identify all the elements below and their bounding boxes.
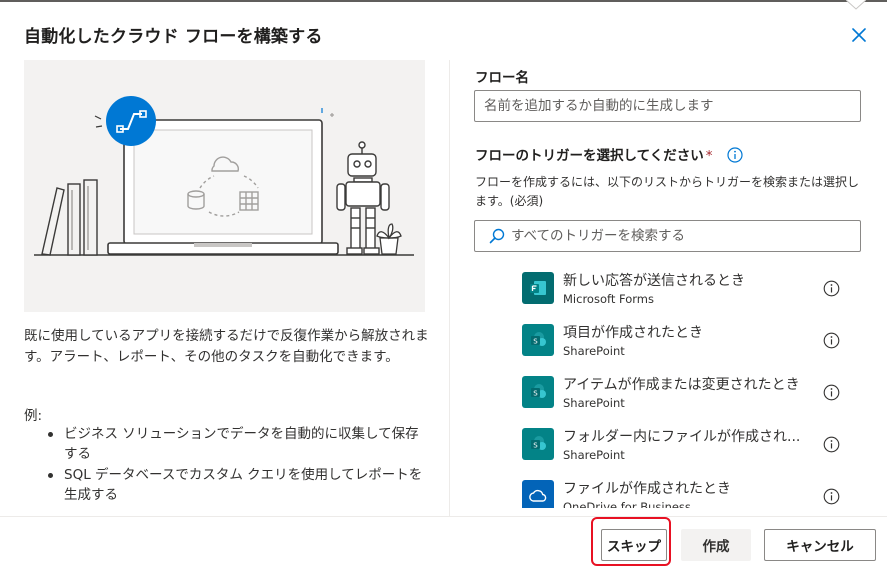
flow-name-input[interactable] <box>474 90 861 122</box>
description-text: 既に使用しているアプリを接続するだけで反復作業から解放されます。アラート、レポー… <box>24 328 429 365</box>
trigger-item[interactable]: S フォルダー内にファイルが作成され... SharePoint <box>510 418 855 468</box>
svg-text:S: S <box>533 441 538 449</box>
books-icon <box>41 179 98 256</box>
trigger-search-input[interactable] <box>505 221 860 251</box>
sharepoint-icon: S <box>522 376 554 408</box>
svg-text:S: S <box>533 389 538 397</box>
sharepoint-icon: S <box>522 324 554 356</box>
top-border <box>0 0 887 2</box>
trigger-title: 項目が作成されたとき <box>563 325 703 341</box>
trigger-service: SharePoint <box>563 396 625 410</box>
info-icon <box>727 147 743 163</box>
trigger-item[interactable]: S 項目が作成されたとき SharePoint <box>510 314 855 364</box>
info-icon[interactable] <box>823 488 840 505</box>
trigger-label: フローのトリガーを選択してください <box>475 148 704 164</box>
trigger-label-row: フローのトリガーを選択してください * <box>475 144 743 164</box>
trigger-item[interactable]: 新しい応答が送信されるとき Microsoft Forms <box>510 262 855 312</box>
info-icon[interactable] <box>823 436 840 453</box>
example-label: 例: <box>24 408 43 424</box>
trigger-item[interactable]: ファイルが作成されたとき OneDrive for Business <box>510 470 855 508</box>
trigger-service: SharePoint <box>563 344 625 358</box>
info-icon[interactable] <box>823 280 840 297</box>
trigger-hint: フローを作成するには、以下のリストからトリガーを検索または選択します。(必須) <box>475 175 860 208</box>
example-item: SQL データベースでカスタム クエリを使用してレポートを生成する <box>42 465 432 505</box>
dialog-notch <box>846 0 866 10</box>
example-list: ビジネス ソリューションでデータを自動的に収集して保存する SQL データベース… <box>42 424 432 506</box>
laptop-illustration <box>34 96 414 256</box>
trigger-service: SharePoint <box>563 448 625 462</box>
example-item: ビジネス ソリューションでデータを自動的に収集して保存する <box>42 424 432 464</box>
cancel-button[interactable]: キャンセル <box>764 529 876 561</box>
sharepoint-icon: S <box>522 428 554 460</box>
trigger-search-box[interactable] <box>474 220 861 252</box>
close-icon <box>852 28 866 42</box>
skip-button[interactable]: スキップ <box>601 529 667 561</box>
trigger-item[interactable]: S アイテムが作成または変更されたとき SharePoint <box>510 366 855 416</box>
trigger-info-button[interactable] <box>727 147 743 163</box>
search-icon <box>483 220 505 252</box>
trigger-service: Microsoft Forms <box>563 292 654 306</box>
footer-divider <box>0 516 887 517</box>
dialog-title: 自動化したクラウド フローを構築する <box>24 27 323 47</box>
trigger-list[interactable]: 新しい応答が送信されるとき Microsoft Forms S 項目が作成された… <box>510 262 860 508</box>
flow-name-label: フロー名 <box>475 70 529 86</box>
svg-text:S: S <box>533 337 538 345</box>
info-icon[interactable] <box>823 384 840 401</box>
column-divider <box>449 60 450 516</box>
trigger-title: ファイルが作成されたとき <box>563 481 731 497</box>
flow-illustration <box>24 60 425 312</box>
plant-icon <box>376 223 402 255</box>
onedrive-icon <box>522 480 554 508</box>
required-mark: * <box>705 148 713 164</box>
create-button[interactable]: 作成 <box>681 529 751 561</box>
trigger-service: OneDrive for Business <box>563 500 691 508</box>
flow-badge-icon <box>106 96 156 146</box>
trigger-title: フォルダー内にファイルが作成され... <box>563 429 801 445</box>
trigger-title: アイテムが作成または変更されたとき <box>563 377 800 393</box>
info-icon[interactable] <box>823 332 840 349</box>
close-button[interactable] <box>846 22 872 48</box>
trigger-title: 新しい応答が送信されるとき <box>563 273 745 289</box>
forms-icon <box>522 272 554 304</box>
